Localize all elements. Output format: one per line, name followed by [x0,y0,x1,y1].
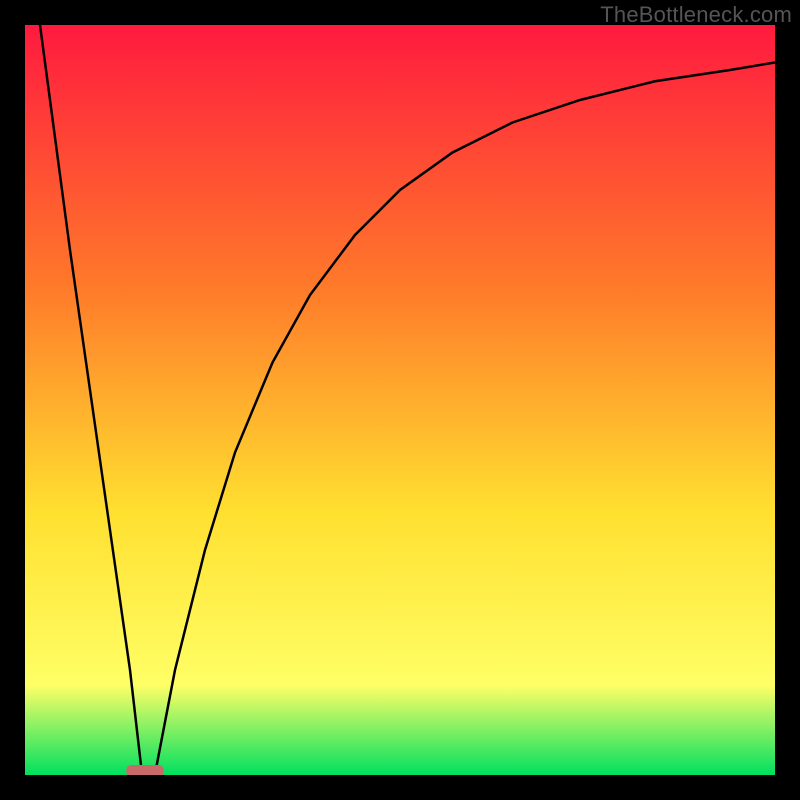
notch-marker [126,765,164,775]
chart-frame: TheBottleneck.com [0,0,800,800]
chart-svg [25,25,775,775]
plot-area [25,25,775,775]
gradient-background [25,25,775,775]
